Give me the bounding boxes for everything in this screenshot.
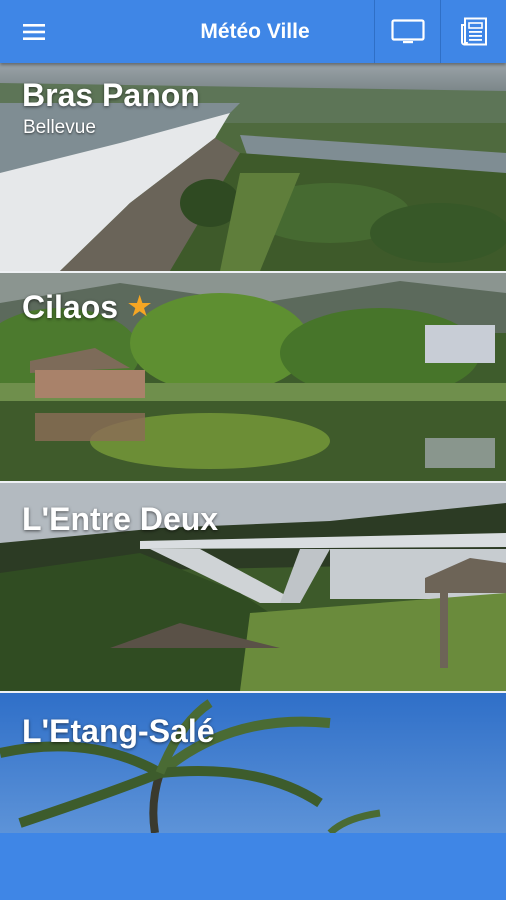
newspaper-icon: [461, 17, 487, 45]
favorite-star-icon: ★: [128, 291, 152, 321]
city-name-text: Cilaos: [22, 289, 119, 325]
menu-button[interactable]: [0, 0, 68, 63]
tv-icon: [391, 18, 425, 43]
city-name-text: L'Entre Deux: [22, 501, 219, 537]
city-card-etang-sale[interactable]: L'Etang-Salé: [0, 693, 506, 833]
city-list: Bras Panon Bellevue Cilaos ★ L'Entre Deu…: [0, 63, 506, 833]
city-name: L'Etang-Salé: [22, 713, 215, 750]
news-button[interactable]: [440, 0, 506, 63]
city-name: Bras Panon: [22, 77, 200, 114]
app-toolbar: Météo Ville: [0, 0, 506, 63]
city-subtitle: Bellevue: [23, 117, 96, 138]
city-name: L'Entre Deux: [22, 501, 218, 538]
bottom-bar: [0, 833, 506, 900]
city-card-bras-panon[interactable]: Bras Panon Bellevue: [0, 63, 506, 273]
city-name-text: L'Etang-Salé: [22, 713, 215, 749]
app-title: Météo Ville: [200, 20, 310, 43]
tv-button[interactable]: [374, 0, 441, 63]
city-card-cilaos[interactable]: Cilaos ★: [0, 273, 506, 483]
hamburger-menu-icon: [23, 23, 45, 40]
city-name: Cilaos ★: [22, 289, 151, 326]
city-card-entre-deux[interactable]: L'Entre Deux: [0, 483, 506, 693]
city-name-text: Bras Panon: [22, 77, 200, 113]
